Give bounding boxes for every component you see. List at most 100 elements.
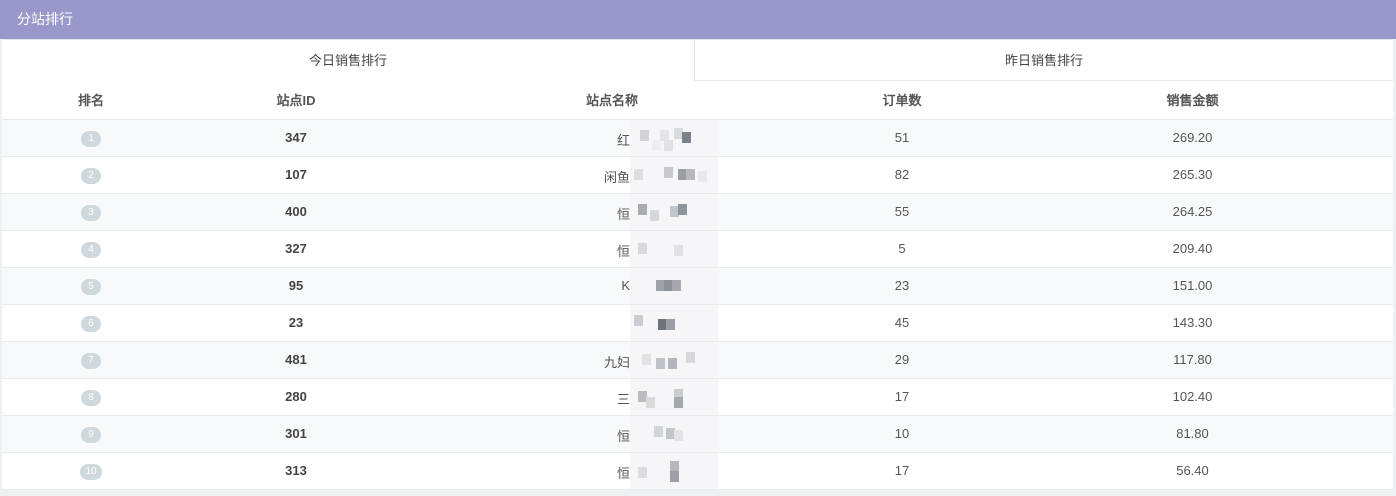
column-header-amount: 销售金额	[992, 81, 1393, 120]
table-row[interactable]: 10 313 恒 17 56.40	[2, 452, 1393, 490]
site-name-visible-text: 恒	[616, 428, 630, 444]
mosaic-tile	[674, 396, 683, 408]
mosaic-tile	[638, 466, 647, 478]
rank-badge: 4	[81, 241, 101, 258]
site-id-cell: 327	[180, 230, 412, 268]
table-row[interactable]: 2 107 闲鱼 82 265.30	[2, 156, 1393, 194]
site-id-cell: 23	[180, 304, 412, 342]
amount-cell: 143.30	[992, 304, 1393, 342]
rank-cell: 1	[2, 119, 180, 157]
orders-cell: 45	[812, 304, 992, 342]
site-name-visible-text: 闲鱼	[603, 169, 630, 185]
site-name-cell	[412, 304, 812, 342]
amount-cell: 209.40	[992, 230, 1393, 268]
column-header-rank: 排名	[2, 81, 180, 120]
rank-badge: 8	[81, 389, 101, 406]
orders-cell: 29	[812, 341, 992, 379]
site-name-cell: 红	[412, 119, 812, 157]
mosaic-tile	[634, 314, 643, 326]
table-row[interactable]: 1 347 红 51 269.20	[2, 119, 1393, 157]
mosaic-tile	[668, 357, 677, 369]
orders-cell: 17	[812, 452, 992, 490]
redaction-mosaic	[630, 378, 718, 415]
rank-badge: 5	[81, 278, 101, 295]
redaction-mosaic	[630, 119, 718, 156]
site-ranking-panel: 分站排行 今日销售排行 昨日销售排行 排名 站点ID 站点名称 订单数 销售金额	[0, 0, 1396, 496]
amount-cell: 265.30	[992, 156, 1393, 194]
orders-cell: 17	[812, 378, 992, 416]
table-row[interactable]: 5 95 K 23 151.00	[2, 267, 1393, 305]
site-name-cell: K	[412, 267, 812, 305]
rank-cell: 10	[2, 452, 180, 490]
site-name-visible-text: 恒	[616, 465, 630, 481]
rank-cell: 8	[2, 378, 180, 416]
mosaic-tile	[678, 203, 687, 215]
mosaic-tile	[666, 318, 675, 330]
redaction-mosaic	[630, 267, 718, 304]
rank-cell: 5	[2, 267, 180, 305]
amount-cell: 151.00	[992, 267, 1393, 305]
panel-title: 分站排行	[0, 0, 1396, 39]
tab-today-sales[interactable]: 今日销售排行	[2, 39, 695, 81]
mosaic-tile	[638, 203, 647, 215]
mosaic-tile	[686, 351, 695, 363]
column-header-orders: 订单数	[812, 81, 992, 120]
rank-cell: 6	[2, 304, 180, 342]
orders-cell: 82	[812, 156, 992, 194]
table-body: 1 347 红 51 269.20 2 107 闲鱼 82 265.30 3 400 恒 55 264.25…	[2, 119, 1393, 490]
site-name-visible-text: 三	[616, 391, 630, 407]
amount-cell: 117.80	[992, 341, 1393, 379]
site-name-cell: 九妇	[412, 341, 812, 379]
site-name-cell: 恒	[412, 415, 812, 453]
orders-cell: 5	[812, 230, 992, 268]
table-row[interactable]: 8 280 三 17 102.40	[2, 378, 1393, 416]
mosaic-tile	[638, 242, 647, 254]
tab-yesterday-sales[interactable]: 昨日销售排行	[695, 39, 1393, 81]
orders-cell: 10	[812, 415, 992, 453]
site-name-visible-text: K	[621, 277, 630, 293]
amount-cell: 102.40	[992, 378, 1393, 416]
site-name-cell: 恒	[412, 230, 812, 268]
mosaic-tile	[652, 139, 661, 151]
site-id-cell: 95	[180, 267, 412, 305]
orders-cell: 55	[812, 193, 992, 231]
table-row[interactable]: 6 23 45 143.30	[2, 304, 1393, 342]
redaction-mosaic	[630, 193, 718, 230]
rank-badge: 1	[81, 130, 101, 147]
mosaic-tile	[646, 396, 655, 408]
rank-cell: 3	[2, 193, 180, 231]
table-row[interactable]: 3 400 恒 55 264.25	[2, 193, 1393, 231]
rank-cell: 9	[2, 415, 180, 453]
site-name-cell: 恒	[412, 452, 812, 490]
redaction-mosaic	[630, 230, 718, 267]
mosaic-tile	[664, 139, 673, 151]
amount-cell: 56.40	[992, 452, 1393, 490]
rank-badge: 10	[80, 463, 102, 480]
site-id-cell: 301	[180, 415, 412, 453]
redaction-mosaic	[630, 304, 718, 341]
table-row[interactable]: 4 327 恒 5 209.40	[2, 230, 1393, 268]
site-id-cell: 400	[180, 193, 412, 231]
mosaic-tile	[686, 168, 695, 180]
ranking-tabs: 今日销售排行 昨日销售排行	[2, 39, 1393, 81]
mosaic-tile	[640, 129, 649, 141]
orders-cell: 51	[812, 119, 992, 157]
site-id-cell: 347	[180, 119, 412, 157]
redaction-mosaic	[630, 452, 718, 489]
rank-badge: 9	[81, 426, 101, 443]
rank-badge: 6	[81, 315, 101, 332]
table-row[interactable]: 7 481 九妇 29 117.80	[2, 341, 1393, 379]
mosaic-tile	[674, 244, 683, 256]
site-id-cell: 313	[180, 452, 412, 490]
column-header-site-id: 站点ID	[180, 81, 412, 120]
mosaic-tile	[656, 357, 665, 369]
site-name-visible-text: 恒	[616, 206, 630, 222]
mosaic-tile	[642, 353, 651, 365]
mosaic-tile	[634, 168, 643, 180]
mosaic-tile	[682, 131, 691, 143]
orders-cell: 23	[812, 267, 992, 305]
mosaic-tile	[650, 209, 659, 221]
redaction-mosaic	[630, 415, 718, 452]
table-row[interactable]: 9 301 恒 10 81.80	[2, 415, 1393, 453]
ranking-table: 排名 站点ID 站点名称 订单数 销售金额 1 347 红 51 269.20 2 107 闲…	[2, 81, 1393, 490]
